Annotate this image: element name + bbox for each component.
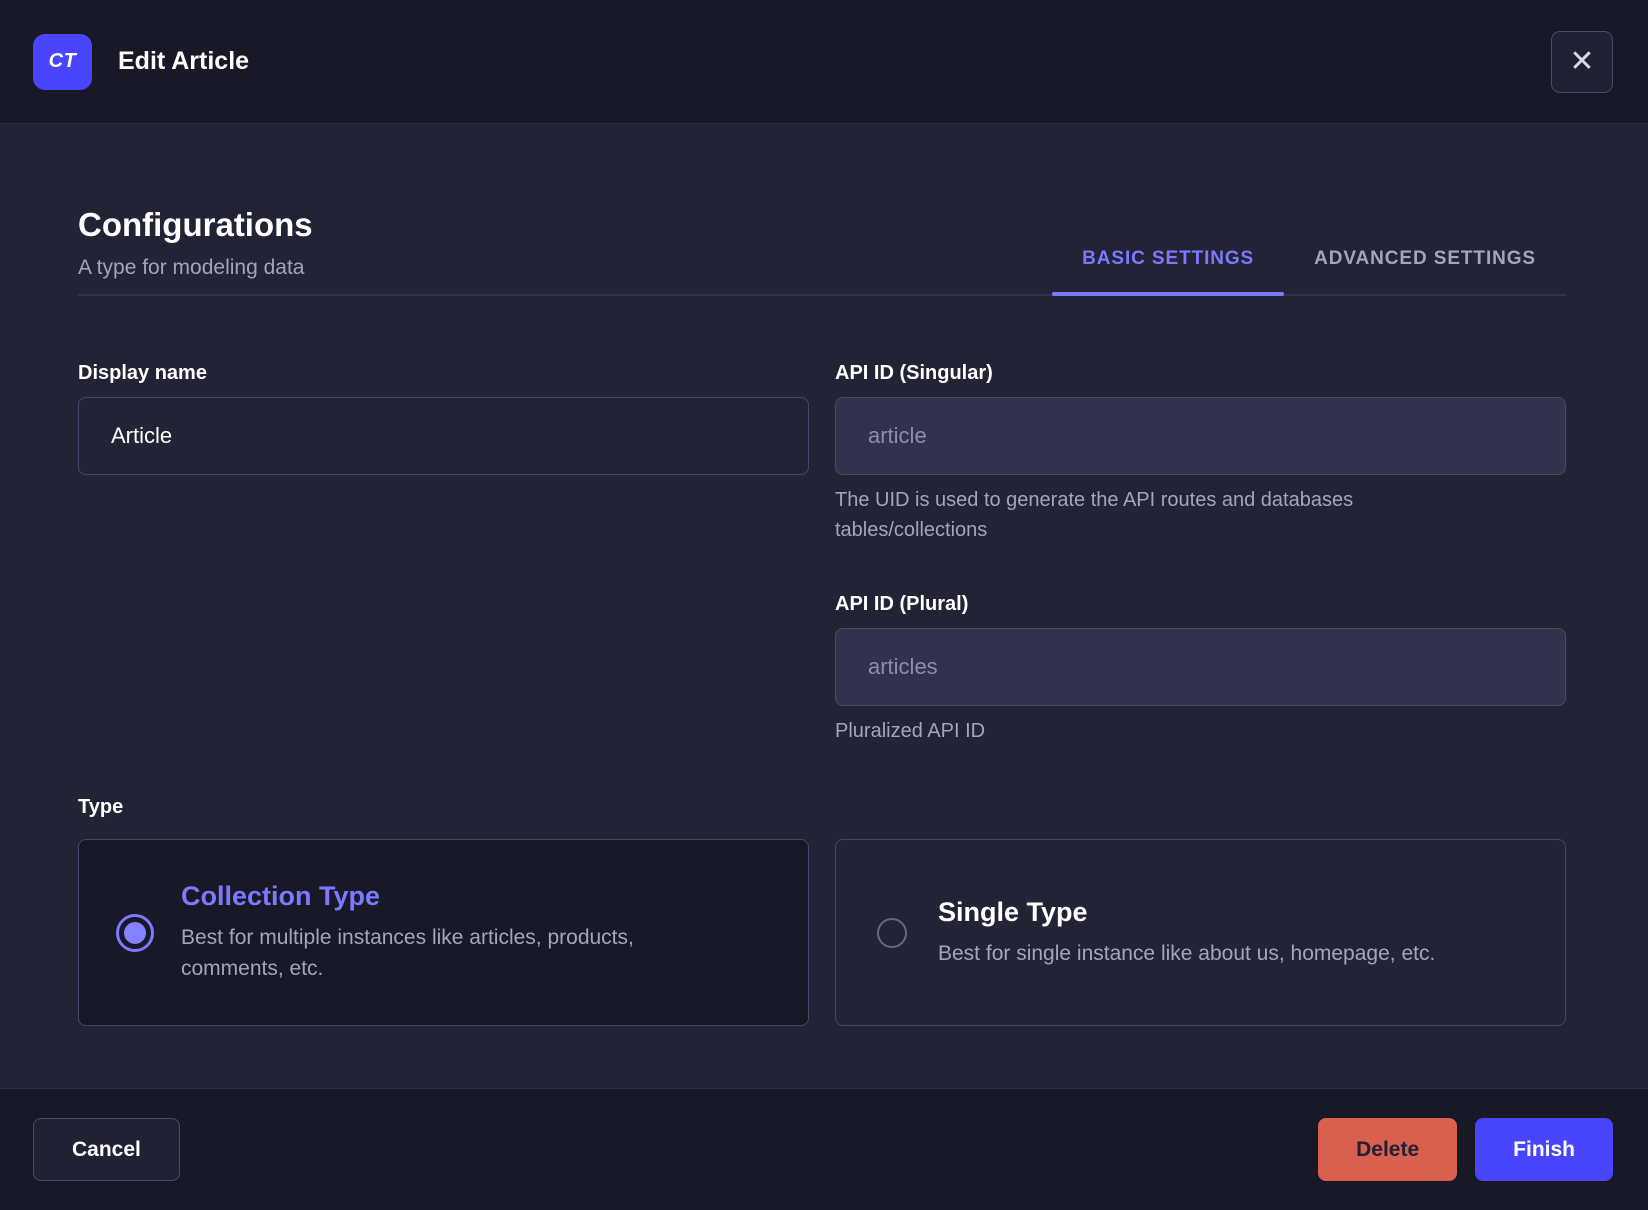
settings-tabs: BASIC SETTINGS ADVANCED SETTINGS [1052,248,1566,296]
api-id-singular-hint: The UID is used to generate the API rout… [835,489,1354,541]
modal-body: Configurations A type for modeling data … [0,124,1648,1088]
single-type-title: Single Type [938,896,1088,927]
configuration-form: Display name API ID (Singular) The UID i… [78,362,1566,794]
collection-type-title: Collection Type [181,881,381,911]
close-icon: ✕ [1569,44,1595,78]
form-left-column: Display name [78,362,809,794]
type-section: Type Collection Type Best for multiple i… [78,796,1566,1026]
tabs-divider [78,294,1566,296]
configurations-header-row: Configurations A type for modeling data … [78,206,1566,296]
edit-content-type-modal: CT Edit Article ✕ Configurations A type … [0,0,1648,1210]
page-subtitle: A type for modeling data [78,256,305,279]
type-options: Collection Type Best for multiple instan… [78,839,1566,1026]
close-button[interactable]: ✕ [1551,30,1613,93]
single-type-radio[interactable] [877,917,907,948]
api-id-singular-label: API ID (Singular) [835,362,993,384]
finish-button[interactable]: Finish [1475,1118,1613,1181]
modal-footer: Cancel Delete Finish [0,1088,1648,1210]
display-name-input[interactable] [78,397,809,475]
collection-type-radio[interactable] [116,913,154,952]
api-id-singular-input[interactable] [835,397,1566,475]
api-id-plural-label: API ID (Plural) [835,593,969,615]
api-id-plural-field: API ID (Plural) Pluralized API ID [835,593,1566,746]
type-option-collection-type[interactable]: Collection Type Best for multiple instan… [78,839,809,1026]
radio-wrap [113,913,157,952]
cancel-button[interactable]: Cancel [33,1118,180,1181]
tab-advanced-settings[interactable]: ADVANCED SETTINGS [1284,248,1566,294]
modal-title: Edit Article [118,47,250,75]
api-id-plural-input[interactable] [835,628,1566,706]
delete-button[interactable]: Delete [1318,1118,1458,1181]
option-text-block: Collection Type Best for multiple instan… [181,881,741,984]
form-right-column: API ID (Singular) The UID is used to gen… [835,362,1566,794]
api-id-singular-field: API ID (Singular) The UID is used to gen… [835,362,1566,545]
content-type-badge: CT [33,33,92,90]
modal-header: CT Edit Article ✕ [0,0,1648,124]
option-text-block: Single Type Best for single instance lik… [938,897,1435,969]
api-id-plural-hint: Pluralized API ID [835,720,986,742]
radio-wrap [870,917,914,948]
type-option-single-type[interactable]: Single Type Best for single instance lik… [835,839,1566,1026]
single-type-description: Best for single instance like about us, … [938,941,1436,965]
radio-dot-icon [124,921,146,944]
display-name-label: Display name [78,362,207,384]
display-name-field: Display name [78,362,809,475]
collection-type-description: Best for multiple instances like article… [181,926,634,980]
type-label: Type [78,796,124,818]
configurations-heading-block: Configurations A type for modeling data [78,206,313,294]
tab-basic-settings[interactable]: BASIC SETTINGS [1052,248,1285,296]
page-title: Configurations [78,206,313,243]
footer-actions: Delete Finish [1318,1118,1613,1181]
